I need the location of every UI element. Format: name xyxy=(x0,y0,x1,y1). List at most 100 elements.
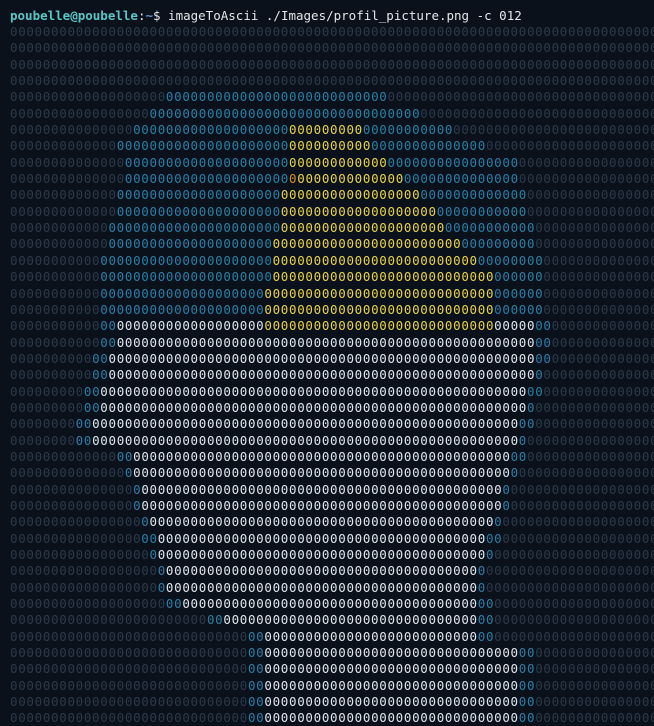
ascii-run: 000000000000000 xyxy=(10,497,134,513)
ascii-run: 0 xyxy=(289,171,298,187)
ascii-run: 0000000000000000000000000000000 xyxy=(264,645,519,661)
ascii-run: 000000000000000000 xyxy=(10,563,158,579)
ascii-run: 00 xyxy=(247,694,265,710)
ascii-run: 00 xyxy=(477,596,495,612)
ascii-run: 000000000000000 xyxy=(535,416,654,432)
ascii-run: 00000000000000000000 xyxy=(116,187,281,203)
ascii-run: 00000 xyxy=(494,318,536,334)
ascii-run: 00000000000000000000 xyxy=(100,285,265,301)
ascii-run: 000000 xyxy=(494,301,544,317)
ascii-run: 00000000000000000000 xyxy=(116,203,281,219)
ascii-run: 0000000000000000000000000000000000000000… xyxy=(108,350,536,366)
ascii-run: 00000000000000 xyxy=(371,138,486,154)
ascii-run: 0000000000000000000000000000000000000000… xyxy=(149,514,495,530)
ascii-run: 0000000000000000000000000000000000000000… xyxy=(10,24,654,39)
ascii-run: 0000000000000 xyxy=(10,138,117,154)
ascii-run: 0000000000000 xyxy=(10,448,117,464)
ascii-run: 0000000000000000000 xyxy=(10,596,166,612)
ascii-run: 00000000000000000000000000000000000000 xyxy=(165,563,478,579)
ascii-run: 000000000000000 xyxy=(535,399,654,415)
terminal-window[interactable]: poubelle@poubelle:~$ imageToAscii ./Imag… xyxy=(0,0,654,726)
ascii-run: 000000000000000000000000000000000 xyxy=(387,89,654,105)
ascii-run: 0000000000000000 xyxy=(527,203,654,219)
ascii-run: 0 xyxy=(526,399,536,415)
ascii-run: 000000000 xyxy=(10,383,84,399)
ascii-run: 0000000000000 xyxy=(420,187,527,203)
ascii-run: 00000000000000000000000000000 xyxy=(10,710,248,726)
ascii-run: 00 xyxy=(510,448,527,464)
ascii-run: 00000000000000000 xyxy=(518,171,654,187)
ascii-run: 000000000000000 xyxy=(535,661,654,677)
ascii-run: 000000000000000000000000000000000000 xyxy=(182,596,478,612)
ascii-run: 00000000000000 xyxy=(543,367,654,383)
ascii-run: 00000000000000000000 xyxy=(494,547,654,562)
ascii-run: 00000000000000000000 xyxy=(280,220,445,236)
ascii-run: 00000000000000000000 xyxy=(124,154,290,170)
ascii-run: 0 xyxy=(502,481,511,497)
ascii-run: 0 xyxy=(510,465,519,481)
ascii-run: 0000000000000000000000000000000 xyxy=(264,694,519,710)
ascii-run: 0000000000000000000000000000 xyxy=(264,318,495,334)
ascii-run: 00000000000 xyxy=(444,220,536,236)
ascii-run: 0 xyxy=(124,465,134,481)
ascii-run: 000000000000000000000 xyxy=(485,563,654,579)
ascii-run: 00000000000000000000000000000000000000 xyxy=(165,579,478,595)
ascii-art-text: 0000000000000000000000000000000000000000… xyxy=(10,24,654,726)
ascii-run: 00000000000 xyxy=(10,252,101,268)
ascii-run: 00000000000000000000000000000 xyxy=(10,677,248,693)
ascii-run: 0000000000000000000 xyxy=(502,514,654,530)
ascii-run: 00000000000 xyxy=(10,301,101,317)
ascii-run: 0000000000000000000 xyxy=(280,203,437,219)
ascii-run: 0000000000000000000000000000000 xyxy=(264,677,519,693)
ascii-run: 000000000000000 xyxy=(535,694,654,710)
ascii-run: 00000000000000000000000000 xyxy=(264,628,478,644)
ascii-run: 000000000000000000000 xyxy=(485,579,654,595)
ascii-run: 000000000000000000000000000 xyxy=(272,269,495,285)
ascii-run: 00 xyxy=(100,334,117,350)
ascii-run: 00000000 xyxy=(477,252,544,268)
ascii-run: 00 xyxy=(206,612,224,628)
ascii-run: 0000000000000000 xyxy=(10,530,142,546)
ascii-run: 0000000000000000000000000000000000000000… xyxy=(108,367,536,383)
ascii-run: 0 xyxy=(141,514,150,530)
ascii-run: 000000000000000000 xyxy=(510,497,654,513)
ascii-run: 000000000 xyxy=(10,399,84,415)
ascii-run: 0000000000000000000000000000000000000000 xyxy=(157,530,486,546)
ascii-run: 00000000000000000000 xyxy=(124,171,290,187)
ascii-run: 00000000000000000 xyxy=(518,154,654,170)
ascii-run: 000000 xyxy=(494,285,544,301)
ascii-run: 0000000000000000000000000 xyxy=(453,122,654,138)
prompt-symbol: $ xyxy=(153,8,161,23)
ascii-run: 000000000000000000 xyxy=(116,318,265,334)
ascii-run: 0 xyxy=(149,547,158,562)
ascii-run: 0000000000000000000000000000000000000000… xyxy=(10,40,654,56)
ascii-run: 00000000 xyxy=(10,416,76,432)
ascii-run: 00000000000000 xyxy=(10,154,125,170)
ascii-run: 00 xyxy=(247,645,265,661)
ascii-run: 00000000000 xyxy=(10,318,101,334)
ascii-run: 00000000000000 xyxy=(10,171,125,187)
ascii-run: 0000000000000000000000000000000000000000… xyxy=(100,399,527,415)
ascii-run: 000000000000000000000 xyxy=(485,138,654,154)
ascii-run: 0000000000000000000000000000000000000000 xyxy=(157,547,486,562)
ascii-run: 00 xyxy=(247,677,265,693)
ascii-run: 000000000000000 xyxy=(10,122,134,138)
ascii-run: 00 xyxy=(526,383,544,399)
ascii-run: 00 xyxy=(535,350,552,366)
ascii-run: 000000000000 xyxy=(10,236,109,252)
ascii-run: 00 xyxy=(247,661,265,677)
ascii-run: 00 xyxy=(477,628,495,644)
ascii-run: 00000000000000 xyxy=(543,383,654,399)
ascii-run: 00000000000 xyxy=(362,122,454,138)
ascii-run: 00000000000000 xyxy=(10,465,125,481)
ascii-run: 00 xyxy=(247,628,265,644)
ascii-run: 00 xyxy=(518,677,536,693)
ascii-run: 00000000000000 xyxy=(543,285,654,301)
ascii-run: 00 xyxy=(518,645,536,661)
ascii-run: 000000000000000 xyxy=(535,677,654,693)
ascii-run: 00 xyxy=(518,416,536,432)
ascii-run: 0000000000000 xyxy=(10,187,117,203)
ascii-run: 0000000000000000000000000000000000000000… xyxy=(141,497,503,513)
ascii-run: 0000000000000000000000000000000000000000… xyxy=(133,465,511,481)
ascii-run: 000000 xyxy=(494,269,544,285)
